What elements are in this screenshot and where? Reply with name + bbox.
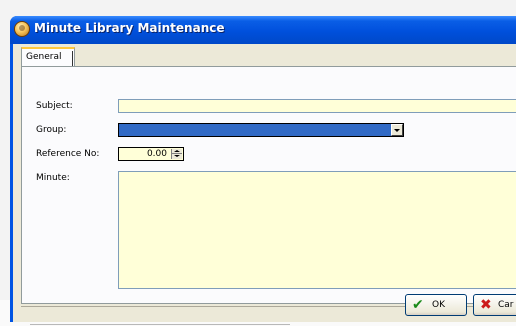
- group-label: Group:: [36, 125, 67, 135]
- subject-label: Subject:: [36, 101, 73, 111]
- subject-input[interactable]: [118, 99, 516, 113]
- background-line: [30, 324, 290, 325]
- cancel-button[interactable]: ✖ Car: [473, 294, 516, 316]
- tab-general[interactable]: General: [21, 47, 75, 67]
- spin-buttons: [171, 149, 182, 159]
- x-icon: ✖: [480, 297, 492, 313]
- check-icon: ✔: [412, 297, 424, 313]
- cancel-button-label: Car: [498, 300, 514, 310]
- dialog-client-area: General Subject: Group: Reference No: 0.…: [13, 44, 516, 322]
- chevron-down-icon[interactable]: [391, 124, 403, 136]
- minute-label: Minute:: [36, 173, 70, 183]
- title-bar[interactable]: Minute Library Maintenance: [10, 16, 516, 44]
- tab-page-general: Subject: Group: Reference No: 0.00 Minut…: [21, 66, 516, 304]
- window-title: Minute Library Maintenance: [34, 21, 225, 35]
- ok-button[interactable]: ✔ OK: [405, 294, 467, 316]
- reference-value: 0.00: [146, 149, 167, 159]
- minute-textarea[interactable]: [118, 171, 516, 289]
- spin-down-icon[interactable]: [172, 154, 182, 159]
- app-icon: [14, 21, 30, 37]
- dialog-window: Minute Library Maintenance General Subje…: [10, 16, 516, 322]
- group-dropdown[interactable]: [118, 123, 404, 137]
- reference-label: Reference No:: [36, 149, 100, 159]
- ok-button-label: OK: [432, 300, 445, 310]
- reference-stepper[interactable]: 0.00: [118, 147, 184, 161]
- tab-general-label: General: [26, 52, 62, 62]
